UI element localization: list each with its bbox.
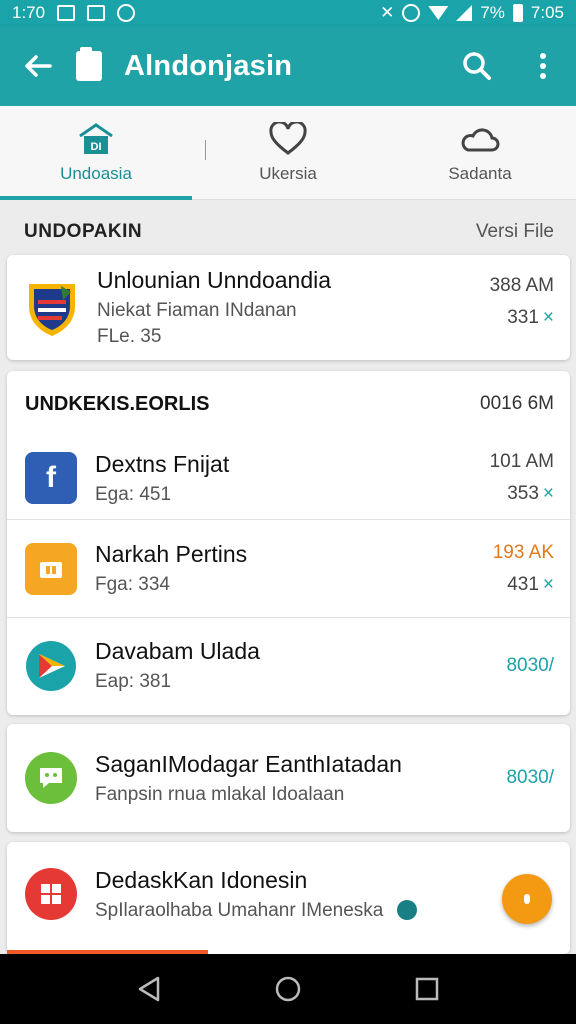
- tab-ukersia[interactable]: Ukersia: [192, 106, 384, 199]
- card3-name: SaganIModagar EanthIatadan: [95, 750, 402, 777]
- back-button[interactable]: [0, 26, 76, 106]
- card4-sub: SpIlaraolhaba Umahanr IMeneska: [95, 899, 384, 921]
- card1-subtitle: Niekat Fiaman INdanan: [97, 300, 297, 321]
- more-vert-icon: [540, 53, 546, 79]
- tab-divider: [205, 140, 206, 160]
- nfc-icon: ✕: [380, 3, 395, 22]
- grid-app-icon: [25, 868, 77, 920]
- card1-dismiss-icon[interactable]: ×: [543, 307, 554, 328]
- featured-card[interactable]: Unlounian Unndoandia Niekat Fiaman INdan…: [7, 255, 570, 360]
- folder-icon: [25, 542, 77, 595]
- app-list-card: UNDKEKIS.EORLIS 0016 6M f Dextns Fnijat …: [7, 371, 570, 715]
- system-nav-bar: [0, 954, 576, 1024]
- nav-back-button[interactable]: [119, 959, 179, 1019]
- notification-mail-icon: [87, 5, 106, 21]
- list-item-sub: Eap: 381: [95, 671, 172, 692]
- list-item[interactable]: Narkah Pertins Fga: 334 193 AK 431 ×: [7, 519, 570, 617]
- fab-icon: [524, 894, 530, 904]
- tab-sadanta[interactable]: Sadanta: [384, 106, 576, 199]
- status-bar: 1:70 ✕ 7% 7:05: [0, 0, 576, 26]
- list-item-time: 193 AK: [492, 541, 554, 563]
- list-item-sub: Fga: 334: [95, 574, 170, 595]
- list-item-name: Davabam Ulada: [95, 638, 260, 664]
- status-time-left: 1:70: [12, 3, 46, 22]
- list-item-sub: Ega: 451: [95, 483, 172, 505]
- play-store-icon: [26, 640, 76, 691]
- nav-back-icon: [139, 976, 160, 1002]
- battery-percent: 7%: [480, 3, 505, 22]
- list-item[interactable]: f Dextns Fnijat Ega: 451 101 AM 353 ×: [7, 437, 570, 519]
- card3-status: 8030/: [506, 767, 554, 788]
- search-icon: [463, 52, 491, 80]
- promo-card[interactable]: DedaskKan Idonesin SpIlaraolhaba Umahanr…: [7, 842, 570, 954]
- battery-icon: [512, 4, 523, 22]
- section-header: UNDOPAKIN Versi File: [0, 212, 576, 252]
- cloud-icon: [461, 127, 500, 151]
- card3-sub: Fanpsin rnua mlakal Idoalaan: [95, 783, 345, 805]
- card1-time: 388 AM: [489, 275, 554, 296]
- tab-label-ukersia: Ukersia: [259, 163, 317, 183]
- list-item-dismiss-icon[interactable]: ×: [543, 574, 554, 595]
- floating-action-button[interactable]: [502, 874, 552, 924]
- heart-icon: [269, 121, 307, 155]
- list-item-dismiss-icon[interactable]: ×: [543, 483, 554, 504]
- nav-recents-icon: [415, 977, 438, 1001]
- card1-count: 331: [507, 307, 539, 328]
- status-time-right: 7:05: [530, 3, 564, 22]
- home-icon: DI: [79, 122, 113, 154]
- tab-undoasia[interactable]: DI Undoasia: [0, 106, 192, 200]
- svg-text:DI: DI: [91, 141, 102, 153]
- card1-file: FLe. 35: [97, 326, 162, 347]
- nav-recents-button[interactable]: [397, 959, 457, 1019]
- card2-size: 0016 6M: [480, 393, 554, 414]
- promo-card[interactable]: SaganIModagar EanthIatadan Fanpsin rnua …: [7, 724, 570, 832]
- section-right-label: Versi File: [475, 221, 554, 242]
- notification-sync-icon: [117, 4, 136, 22]
- list-item[interactable]: Davabam Ulada Eap: 381 8030/: [7, 617, 570, 713]
- list-item-name: Dextns Fnijat: [95, 450, 230, 477]
- overflow-menu-button[interactable]: [510, 26, 576, 106]
- card1-name: Unlounian Unndoandia: [97, 267, 332, 293]
- card2-title: UNDKEKIS.EORLIS: [25, 392, 210, 415]
- list-item-time: 101 AM: [489, 451, 554, 472]
- signal-icon: [456, 5, 473, 21]
- info-badge-icon: [396, 900, 417, 921]
- wifi-icon: [428, 6, 449, 20]
- app-logo-icon: [76, 47, 102, 81]
- search-button[interactable]: [444, 26, 510, 106]
- facebook-icon: f: [25, 452, 77, 504]
- page-title: Alndonjasin: [124, 49, 293, 82]
- list-item-count: 353: [507, 483, 539, 504]
- list-item-count: 431: [507, 573, 539, 595]
- list-item-name: Narkah Pertins: [95, 541, 248, 567]
- card4-name: DedaskKan Idonesin: [95, 866, 308, 893]
- app-bar: Alndonjasin: [0, 26, 576, 106]
- tab-bar: DI Undoasia Ukersia Sadanta: [0, 106, 576, 200]
- nav-home-icon: [275, 976, 301, 1002]
- nav-home-button[interactable]: [258, 959, 318, 1019]
- list-item-status: 8030/: [506, 654, 554, 676]
- notification-image-icon: [57, 5, 76, 21]
- tab-label-undoasia: Undoasia: [60, 163, 132, 183]
- back-arrow-icon: [25, 55, 52, 77]
- section-title: UNDOPAKIN: [24, 221, 143, 242]
- chat-bubble-icon: [25, 752, 77, 804]
- shield-emblem-icon: [29, 283, 75, 336]
- tab-label-sadanta: Sadanta: [448, 163, 512, 183]
- alarm-icon: [402, 4, 421, 22]
